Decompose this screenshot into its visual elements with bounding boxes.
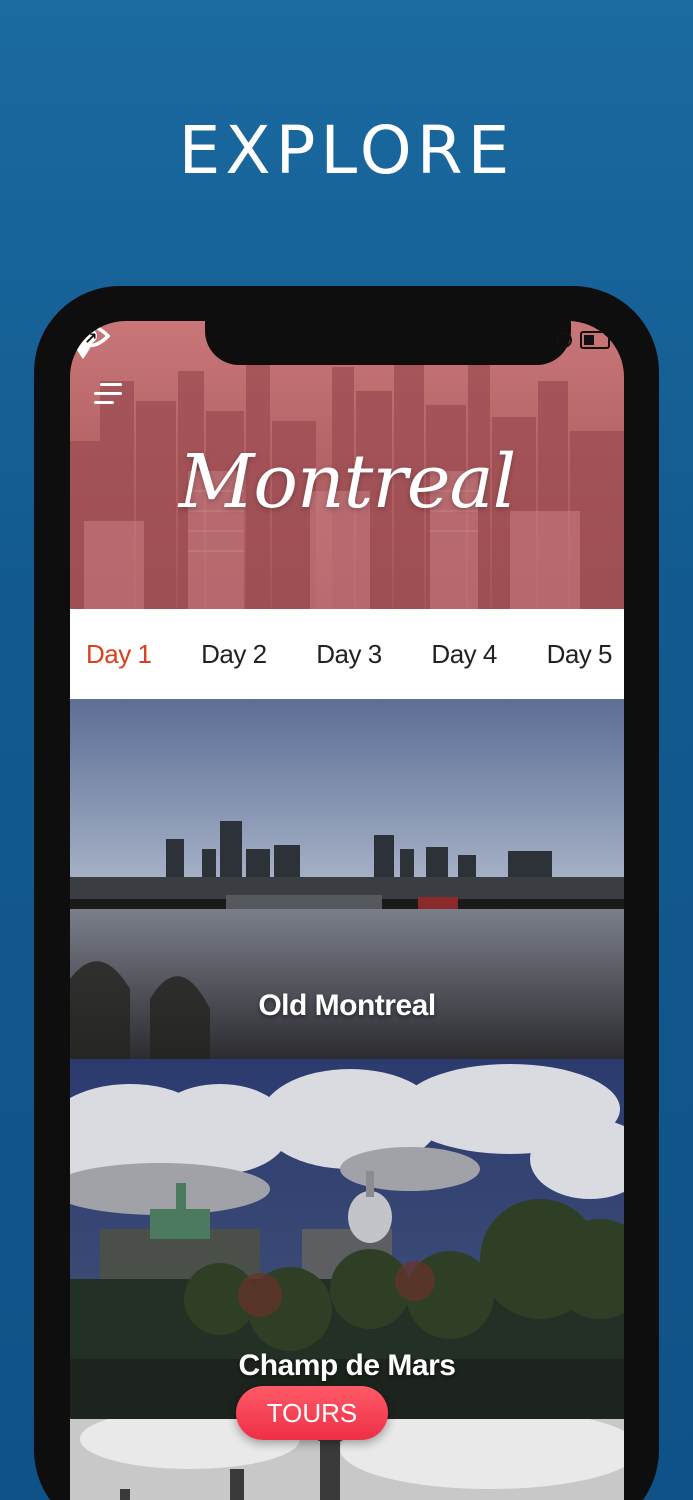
phone-frame: ↗ Montreal Day 1 Day 2 Day 3 Day 4 Day 5…	[34, 286, 659, 1500]
status-bar-left-icon: ↗	[84, 329, 98, 348]
app-screen: ↗ Montreal Day 1 Day 2 Day 3 Day 4 Day 5…	[70, 321, 624, 1500]
tours-button[interactable]: TOURS	[236, 1386, 388, 1440]
city-title: Montreal	[178, 439, 517, 525]
tab-day-3[interactable]: Day 3	[312, 639, 385, 670]
tab-day-4[interactable]: Day 4	[427, 639, 500, 670]
tab-day-2[interactable]: Day 2	[197, 639, 270, 670]
place-title: Old Montreal	[258, 989, 436, 1022]
tab-day-5[interactable]: Day 5	[543, 639, 616, 670]
place-title: Champ de Mars	[238, 1349, 456, 1382]
hamburger-menu-icon[interactable]	[94, 381, 124, 407]
status-bar-right	[556, 331, 610, 349]
day-tabs: Day 1 Day 2 Day 3 Day 4 Day 5	[70, 609, 624, 699]
battery-icon	[580, 331, 610, 349]
place-card-champ-de-mars[interactable]: Champ de Mars	[70, 1059, 624, 1419]
phone-notch	[205, 321, 571, 365]
rotation-lock-icon	[556, 332, 572, 348]
tab-day-1[interactable]: Day 1	[82, 639, 155, 670]
page-headline: EXPLORE	[178, 112, 515, 189]
place-card-old-montreal[interactable]: Old Montreal	[70, 699, 624, 1059]
